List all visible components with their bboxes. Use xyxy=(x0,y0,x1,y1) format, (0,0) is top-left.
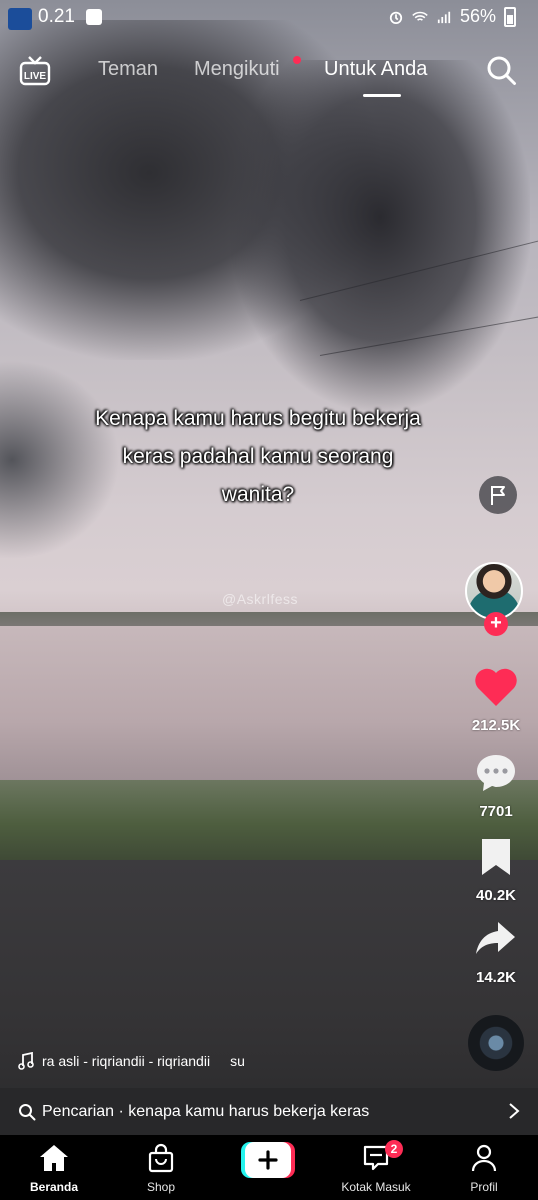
create-plus-button[interactable] xyxy=(241,1142,295,1178)
music-title: ra asli - riqriandii - riqriandii xyxy=(42,1053,211,1069)
home-icon xyxy=(40,1145,68,1171)
live-tv-icon[interactable]: LIVE xyxy=(19,56,51,86)
video-player[interactable] xyxy=(0,0,538,1135)
video-watermark: @Askrlfess xyxy=(222,591,298,607)
nav-label: Beranda xyxy=(29,1180,79,1194)
bottom-nav: Beranda Shop Kotak Masuk 2 Profil xyxy=(0,1135,538,1200)
nav-label: Profil xyxy=(470,1180,498,1194)
nav-shop[interactable]: Shop xyxy=(116,1143,206,1194)
video-frame-grass xyxy=(0,780,538,860)
tab-teman[interactable]: Teman xyxy=(98,58,158,81)
video-frame-water xyxy=(0,626,538,786)
video-caption: Kenapa kamu harus begitu bekerja keras p… xyxy=(95,407,421,506)
video-frame-tree xyxy=(230,60,530,410)
search-icon xyxy=(19,1103,36,1120)
tab-mengikuti[interactable]: Mengikuti xyxy=(194,58,280,81)
comment-icon xyxy=(477,755,515,791)
active-tab-indicator xyxy=(363,94,401,97)
flag-icon xyxy=(491,486,505,505)
music-info[interactable]: ra asli - riqriandii - riqriandii su xyxy=(18,1052,245,1070)
inbox-badge: 2 xyxy=(385,1140,403,1158)
nav-label: Shop xyxy=(146,1180,176,1194)
report-flag-button[interactable] xyxy=(479,476,517,514)
bookmark-count: 40.2K xyxy=(475,887,517,904)
share-arrow-icon xyxy=(476,922,515,954)
nav-label: Kotak Masuk xyxy=(341,1180,411,1194)
status-bar: 0.21 56% xyxy=(0,0,538,34)
top-nav: LIVE Teman Mengikuti Untuk Anda xyxy=(0,50,538,100)
alarm-icon xyxy=(389,11,403,24)
battery-percent: 56% xyxy=(459,6,496,26)
battery-icon xyxy=(504,6,516,27)
shopping-bag-icon xyxy=(148,1143,174,1173)
music-disc-icon[interactable] xyxy=(468,1015,524,1071)
chevron-right-icon xyxy=(509,1103,520,1119)
like-count: 212.5K xyxy=(471,717,521,734)
status-time: 0.21 xyxy=(38,6,75,27)
music-title-trail: su xyxy=(230,1053,245,1069)
music-note-icon xyxy=(18,1052,34,1070)
video-frame-horizon xyxy=(0,612,538,626)
related-search-text: Pencarian · kenapa kamu harus bekerja ke… xyxy=(42,1102,370,1120)
search-icon[interactable] xyxy=(486,55,518,87)
follow-plus-icon[interactable]: + xyxy=(484,612,508,636)
signal-icon xyxy=(437,11,451,23)
share-count: 14.2K xyxy=(475,969,517,986)
heart-icon xyxy=(475,668,517,706)
wifi-icon xyxy=(412,11,428,21)
app-badge-icon xyxy=(8,8,32,30)
notification-dot xyxy=(293,56,301,64)
nav-profil[interactable]: Profil xyxy=(439,1143,529,1194)
profile-icon xyxy=(471,1144,497,1172)
svg-text:LIVE: LIVE xyxy=(24,71,47,82)
comment-count: 7701 xyxy=(479,803,513,820)
bookmark-button[interactable]: 40.2K xyxy=(461,836,531,904)
share-button[interactable]: 14.2K xyxy=(461,918,531,986)
nav-kotak-masuk[interactable]: Kotak Masuk xyxy=(331,1143,421,1194)
like-button[interactable]: 212.5K xyxy=(461,666,531,734)
status-right: 56% xyxy=(388,6,516,27)
related-search-bar[interactable]: Pencarian · kenapa kamu harus bekerja ke… xyxy=(0,1088,538,1135)
nav-beranda[interactable]: Beranda xyxy=(9,1143,99,1194)
comment-button[interactable]: 7701 xyxy=(461,752,531,820)
tab-untuk-anda[interactable]: Untuk Anda xyxy=(324,58,427,81)
shopping-bag-icon xyxy=(86,9,102,25)
bookmark-icon xyxy=(482,839,510,875)
